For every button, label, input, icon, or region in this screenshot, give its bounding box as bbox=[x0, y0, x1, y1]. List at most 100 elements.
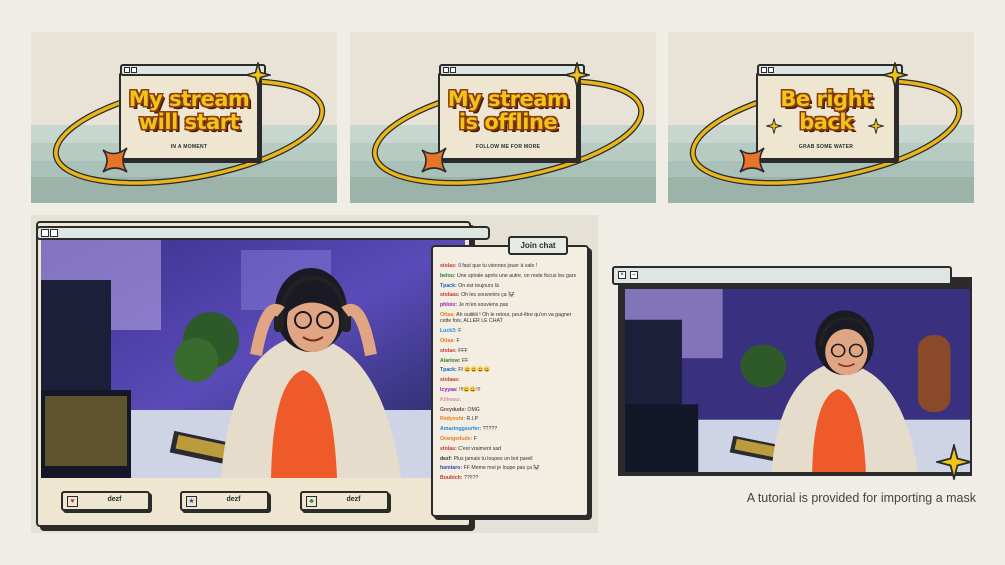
chat-message: belou: Une spirale après une autre, on r… bbox=[440, 273, 578, 279]
sparkle-icon bbox=[564, 62, 590, 88]
chat-text: FF bbox=[461, 357, 469, 364]
alert-widget-sub: ★ dezf bbox=[180, 491, 269, 511]
chat-text: Je m'en souviens pas bbox=[458, 302, 509, 309]
minimize-icon: – bbox=[630, 271, 638, 279]
chat-username[interactable]: Ottaa: bbox=[440, 338, 455, 344]
chat-message: hamtaro: FF Meme moi je loupe pas ça 🐼 bbox=[440, 465, 578, 471]
chat-username[interactable]: Redyoshi: bbox=[440, 416, 465, 422]
chat-username[interactable]: Orangedude: bbox=[440, 436, 472, 442]
chat-text: F bbox=[473, 435, 477, 442]
mask-titlebar: × – bbox=[612, 266, 952, 285]
alert-label: dezf bbox=[226, 496, 241, 503]
chat-username[interactable]: phloix: bbox=[440, 302, 457, 308]
chat-text: !!!😀😀!!! bbox=[459, 386, 481, 393]
chat-message: Killeaas: bbox=[440, 397, 578, 403]
alert-label: dezf bbox=[107, 496, 122, 503]
chat-text: Ff 😀😀😀😀 bbox=[458, 367, 491, 374]
chat-message: Ottaa: F bbox=[440, 338, 578, 344]
chat-text: OMG bbox=[467, 406, 480, 413]
chat-username[interactable]: Alarlow: bbox=[440, 358, 460, 364]
chat-username[interactable]: Boubich: bbox=[440, 475, 462, 481]
chat-username[interactable]: Luck3: bbox=[440, 328, 457, 334]
chat-message: Amazinggsurfer: ????? bbox=[440, 426, 578, 432]
scene-subtitle: IN A MOMENT bbox=[170, 144, 208, 150]
chat-username[interactable]: Greydude: bbox=[440, 407, 466, 413]
sparkle-icon bbox=[766, 118, 782, 134]
chat-message: Tpack: On est toujours là bbox=[440, 283, 578, 289]
mask-frame bbox=[618, 277, 972, 476]
scene-subtitle: GRAB SOME WATER bbox=[798, 144, 854, 150]
chat-message: stolas: FFF bbox=[440, 348, 578, 354]
chat-message: dezf: Plus jamais tu loupes un bot parei… bbox=[440, 456, 578, 462]
chat-message: Orangedude: F bbox=[440, 436, 578, 442]
scene-window: My stream will start IN A MOMENT bbox=[119, 64, 266, 160]
chat-username[interactable]: stolas: bbox=[440, 348, 457, 354]
chat-text: On est toujours là bbox=[458, 282, 499, 289]
chat-username[interactable]: stolaas: bbox=[440, 292, 460, 298]
join-chat-button[interactable]: Join chat bbox=[508, 236, 568, 255]
chat-message: stolaas: Oh les souvenirs ça 🐼 bbox=[440, 292, 578, 298]
chat-message: stolaas: bbox=[440, 377, 578, 383]
chat-username[interactable]: Tpack: bbox=[440, 367, 457, 373]
close-icon: × bbox=[618, 271, 626, 279]
chat-username[interactable]: stolaas: bbox=[440, 377, 460, 383]
chat-username[interactable]: stolas: bbox=[440, 446, 457, 452]
chat-message: Boubich: ??!!?? bbox=[440, 475, 578, 481]
scene-title: My stream will start bbox=[128, 87, 250, 134]
alert-label: dezf bbox=[346, 496, 361, 503]
chat-text: F bbox=[456, 337, 460, 344]
chat-text: ????? bbox=[482, 426, 498, 433]
alert-widget-donation: ♣ dezf bbox=[300, 491, 389, 511]
chat-username[interactable]: Ottaa: bbox=[440, 312, 455, 318]
chat-username[interactable]: hamtaro: bbox=[440, 465, 462, 471]
brb-scene-card: Be right back GRAB SOME WATER bbox=[668, 32, 974, 203]
chat-message: phloix: Je m'en souviens pas bbox=[440, 302, 578, 308]
scene-window: My stream is offline FOLLOW ME FOR MORE bbox=[438, 64, 585, 160]
chat-text: Plus jamais tu loupes un bot pareil bbox=[453, 455, 533, 462]
clover-icon: ♣ bbox=[306, 496, 317, 507]
chat-text: C'est vraiment sad bbox=[458, 445, 501, 452]
chat-message: Greydude: OMG bbox=[440, 407, 578, 413]
starting-scene-card: My stream will start IN A MOMENT bbox=[31, 32, 337, 203]
chat-message: Alarlow: FF bbox=[440, 358, 578, 364]
webcam-titlebar bbox=[36, 226, 490, 240]
chat-username[interactable]: stolas: bbox=[440, 263, 457, 269]
star-icon: ★ bbox=[186, 496, 197, 507]
chat-username[interactable]: Tpack: bbox=[440, 283, 457, 289]
orange-cross-icon bbox=[421, 147, 447, 173]
chat-text: Une spirale après une autre, on reste fo… bbox=[457, 272, 577, 279]
chat-text: FFF bbox=[458, 347, 468, 354]
offline-scene-card: My stream is offline FOLLOW ME FOR MORE bbox=[350, 32, 656, 203]
chat-message: Redyoshi: R.I.P bbox=[440, 416, 578, 422]
heart-icon: ♥ bbox=[67, 496, 78, 507]
chat-message: stolas: C'est vraiment sad bbox=[440, 446, 578, 452]
chat-message: Tpack: Ff 😀😀😀😀 bbox=[440, 367, 578, 373]
scene-subtitle: FOLLOW ME FOR MORE bbox=[475, 144, 541, 150]
chat-message: Icyyaa: !!!😀😀!!! bbox=[440, 387, 578, 393]
sparkle-icon bbox=[868, 118, 884, 134]
chat-username[interactable]: Amazinggsurfer: bbox=[440, 426, 481, 432]
chat-message: Luck3: F bbox=[440, 328, 578, 334]
chat-message: Ottaa: Ah ouiiiiiii ! Oh le retour, peut… bbox=[440, 312, 578, 325]
streamer-photo bbox=[41, 240, 465, 478]
chat-text: F bbox=[458, 328, 462, 335]
chat-message: stolas: Il faut que tu viennes jouer à v… bbox=[440, 263, 578, 269]
chat-username[interactable]: dezf: bbox=[440, 456, 452, 462]
tutorial-caption: A tutorial is provided for importing a m… bbox=[746, 491, 976, 505]
chat-text: FF Meme moi je loupe pas ça 🐼 bbox=[463, 465, 540, 472]
sparkle-icon bbox=[882, 62, 908, 88]
chat-text: Ah ouiiiiiii ! Oh le retour, peut-être q… bbox=[440, 311, 572, 325]
orange-cross-icon bbox=[739, 147, 765, 173]
scene-window: Be right back GRAB SOME WATER bbox=[756, 64, 903, 160]
chat-message-list: stolas: Il faut que tu viennes jouer à v… bbox=[440, 263, 578, 485]
chat-text: ??!!?? bbox=[463, 475, 479, 482]
streamer-photo-masked bbox=[625, 289, 970, 472]
chat-username[interactable]: Icyyaa: bbox=[440, 387, 458, 393]
sparkle-icon bbox=[936, 444, 972, 480]
chat-username[interactable]: Killeaas: bbox=[440, 397, 461, 403]
alert-widget-follow: ♥ dezf bbox=[61, 491, 150, 511]
chat-text: R.I.P bbox=[466, 416, 479, 423]
orange-cross-icon bbox=[102, 147, 128, 173]
chat-username[interactable]: belou: bbox=[440, 273, 456, 279]
chat-text: Il faut que tu viennes jouer à valo ! bbox=[458, 263, 538, 269]
